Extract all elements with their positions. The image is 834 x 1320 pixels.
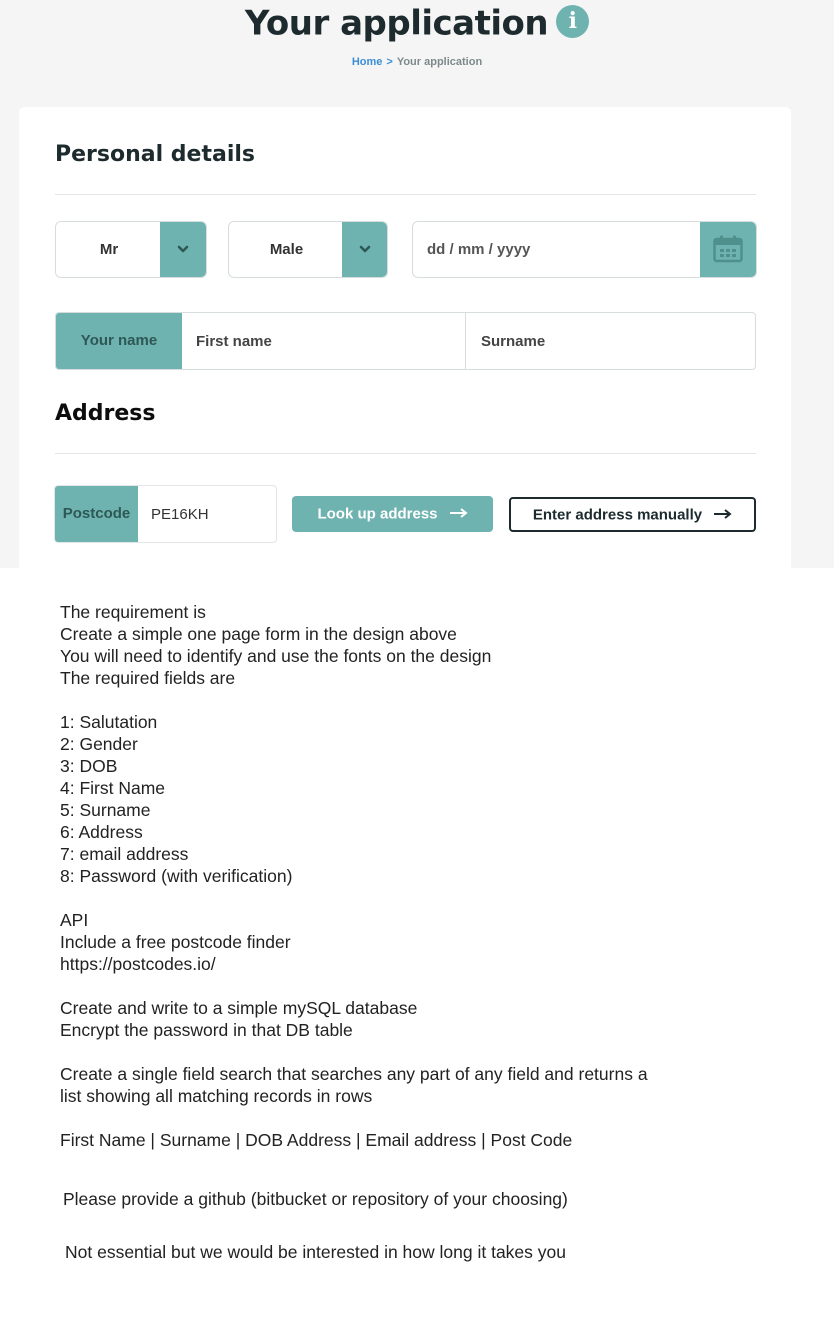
address-heading: Address <box>55 401 156 426</box>
postcode-input-group: Postcode <box>54 485 277 543</box>
requirement-line: 4: First Name <box>60 778 166 798</box>
requirement-line: Encrypt the password in that DB table <box>60 1020 353 1040</box>
enter-address-manually-button[interactable]: Enter address manually <box>509 497 756 532</box>
requirements-text: The requirement is Create a simple one p… <box>60 601 760 1151</box>
personal-details-heading: Personal details <box>55 142 256 167</box>
requirement-line: 2: Gender <box>60 734 138 754</box>
arrow-right-icon <box>714 508 732 519</box>
requirement-line: You will need to identify and use the fo… <box>60 646 492 666</box>
breadcrumb: Home > Your application <box>0 56 834 68</box>
requirement-line: The requirement is <box>60 602 206 622</box>
requirement-line: Create and write to a simple mySQL datab… <box>60 998 418 1018</box>
dob-field <box>412 221 757 278</box>
enter-address-manually-label: Enter address manually <box>532 506 703 524</box>
chevron-down-icon <box>177 245 189 253</box>
salutation-dropdown-button[interactable] <box>160 222 206 277</box>
requirement-line: 1: Salutation <box>60 712 158 732</box>
requirement-line: First Name | Surname | DOB Address | Ema… <box>60 1130 573 1150</box>
requirement-line: 7: email address <box>60 844 189 864</box>
your-name-label: Your name <box>56 313 182 369</box>
calendar-icon <box>713 235 743 263</box>
breadcrumb-separator: > <box>386 56 393 68</box>
requirement-line: Create a simple one page form in the des… <box>60 624 457 644</box>
requirement-line <box>60 1041 760 1063</box>
divider <box>55 194 756 195</box>
gender-value: Male <box>269 241 304 258</box>
salutation-select[interactable]: Mr <box>55 221 207 278</box>
requirement-line: 3: DOB <box>60 756 118 776</box>
info-icon[interactable]: i <box>556 5 590 38</box>
requirement-line: 5: Surname <box>60 800 151 820</box>
look-up-address-button[interactable]: Look up address <box>292 496 493 532</box>
chevron-down-icon <box>359 245 370 253</box>
gender-dropdown-button[interactable] <box>342 222 387 277</box>
requirement-line: list showing all matching records in row… <box>60 1086 373 1106</box>
requirement-line <box>60 887 760 909</box>
surname-input[interactable] <box>465 313 755 369</box>
requirement-line: The required fields are <box>60 668 236 688</box>
salutation-value: Mr <box>99 241 119 258</box>
github-note-text: Please provide a github (bitbucket or re… <box>63 1189 568 1209</box>
dob-input[interactable] <box>413 222 702 277</box>
requirement-line <box>60 975 760 997</box>
postcode-input[interactable] <box>138 486 276 542</box>
name-input-group: Your name <box>55 312 756 370</box>
page-title: Your application i <box>0 2 834 44</box>
timing-note-text: Not essential but we would be interested… <box>65 1242 566 1262</box>
divider <box>55 453 756 454</box>
requirement-line: 6: Address <box>60 822 143 842</box>
page-title-text: Your application <box>244 3 549 44</box>
requirement-line: API <box>60 910 89 930</box>
requirement-line: Create a single field search that search… <box>60 1064 648 1084</box>
breadcrumb-home-link[interactable]: Home <box>352 56 383 68</box>
github-note: Please provide a github (bitbucket or re… <box>63 1188 763 1210</box>
postcode-label: Postcode <box>55 486 138 542</box>
requirement-line <box>60 689 760 711</box>
requirement-line: Include a free postcode finder <box>60 932 291 952</box>
requirement-line: https://postcodes.io/ <box>60 954 216 974</box>
breadcrumb-current: Your application <box>396 56 483 68</box>
look-up-address-label: Look up address <box>317 505 438 523</box>
timing-note: Not essential but we would be interested… <box>65 1241 765 1263</box>
requirement-line <box>60 1107 760 1129</box>
gender-select[interactable]: Male <box>228 221 388 278</box>
arrow-right-icon <box>449 508 468 519</box>
first-name-input[interactable] <box>182 313 464 369</box>
calendar-button[interactable] <box>700 222 756 277</box>
requirement-line: 8: Password (with verification) <box>60 866 293 886</box>
